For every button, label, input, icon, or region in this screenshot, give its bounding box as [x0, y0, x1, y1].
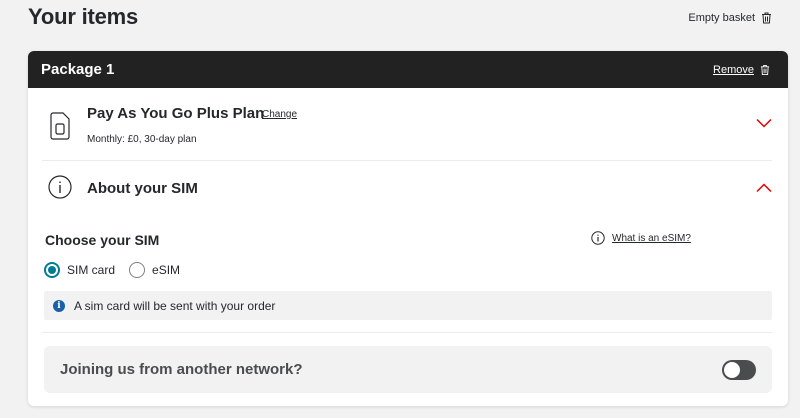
- esim-option[interactable]: eSIM: [129, 262, 180, 278]
- divider: [42, 332, 772, 333]
- network-switch-label: Joining us from another network?: [60, 361, 303, 378]
- choose-sim-title: Choose your SIM: [45, 232, 160, 248]
- empty-basket-label: Empty basket: [688, 12, 755, 24]
- trash-icon: [760, 64, 770, 75]
- sim-card-option-label: SIM card: [67, 263, 116, 277]
- sim-card-option[interactable]: SIM card: [44, 262, 115, 278]
- trash-icon: [762, 12, 771, 24]
- about-sim-title: About your SIM: [87, 180, 198, 197]
- package-card: Package 1 Remove Pay As You Go Plus Plan…: [28, 51, 788, 406]
- info-circle-icon: [591, 231, 605, 245]
- package-header: Package 1 Remove: [28, 51, 788, 88]
- about-sim-row[interactable]: About your SIM: [42, 161, 772, 217]
- sim-card-icon: [50, 112, 70, 140]
- what-is-esim-link[interactable]: What is an eSIM?: [591, 231, 691, 245]
- page-title: Your items: [28, 4, 139, 29]
- sim-notice-text: A sim card will be sent with your order: [74, 298, 276, 313]
- esim-option-label: eSIM: [152, 263, 181, 277]
- sim-type-radio-group: SIM card eSIM: [44, 262, 194, 278]
- change-plan-link[interactable]: Change: [262, 109, 297, 120]
- esim-radio[interactable]: [129, 262, 146, 278]
- chevron-down-icon[interactable]: [756, 118, 772, 128]
- remove-label: Remove: [713, 63, 754, 76]
- plan-row: Pay As You Go Plus Plan Change Monthly: …: [42, 88, 772, 161]
- empty-basket-button[interactable]: Empty basket: [688, 12, 772, 24]
- info-icon: i: [53, 299, 65, 312]
- network-switch-toggle[interactable]: [722, 359, 756, 380]
- info-circle-icon: [48, 175, 72, 199]
- chevron-up-icon[interactable]: [756, 183, 772, 193]
- plan-subtitle: Monthly: £0, 30-day plan: [87, 134, 197, 145]
- what-is-esim-label: What is an eSIM?: [612, 232, 691, 244]
- network-switch-row: Joining us from another network?: [44, 346, 772, 393]
- plan-name: Pay As You Go Plus Plan: [87, 105, 265, 122]
- sim-notice: i A sim card will be sent with your orde…: [44, 291, 772, 320]
- package-title: Package 1: [41, 61, 115, 78]
- remove-package-button[interactable]: Remove: [713, 64, 770, 76]
- sim-card-radio[interactable]: [44, 262, 60, 278]
